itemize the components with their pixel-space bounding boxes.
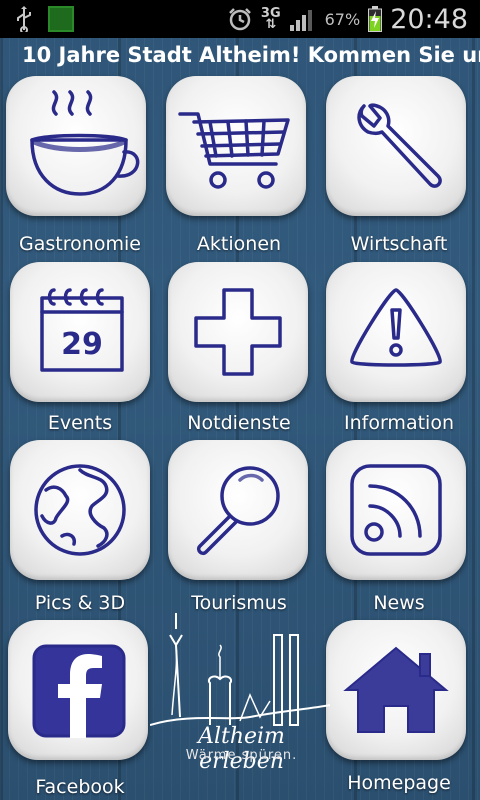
usb-icon bbox=[17, 6, 31, 32]
news-label: News bbox=[373, 592, 425, 614]
status-chip-icon bbox=[48, 6, 74, 32]
coffee-cup-icon bbox=[30, 90, 140, 196]
rss-icon bbox=[350, 464, 442, 556]
signal-icon bbox=[289, 10, 312, 31]
notdienste-button[interactable] bbox=[168, 262, 308, 402]
home-icon bbox=[343, 646, 449, 733]
information-label: Information bbox=[344, 412, 454, 434]
calendar-day: 29 bbox=[61, 327, 103, 362]
wirtschaft-button[interactable] bbox=[326, 76, 466, 216]
aktionen-label: Aktionen bbox=[196, 233, 282, 255]
logo-tagline: Wärme spüren. bbox=[185, 748, 298, 763]
homepage-label: Homepage bbox=[347, 772, 451, 794]
globe-icon bbox=[34, 464, 126, 556]
events-button[interactable]: 29 bbox=[10, 262, 150, 402]
pics-3d-label: Pics & 3D bbox=[34, 592, 126, 614]
clock: 20:48 bbox=[390, 3, 468, 35]
warning-icon bbox=[350, 288, 442, 367]
pics-3d-button[interactable] bbox=[10, 440, 150, 580]
facebook-button[interactable] bbox=[8, 620, 148, 760]
battery-percent: 67% bbox=[324, 9, 361, 29]
calendar-icon: 29 bbox=[40, 288, 124, 372]
gastronomie-label: Gastronomie bbox=[19, 233, 141, 255]
notdienste-label: Notdienste bbox=[187, 412, 291, 434]
magnifier-icon bbox=[196, 466, 280, 556]
network-indicator: 3G ⇅ bbox=[260, 6, 281, 32]
shopping-cart-icon bbox=[178, 112, 290, 189]
facebook-label: Facebook bbox=[35, 776, 125, 798]
news-ticker[interactable]: 10 Jahre Stadt Altheim! Kommen Sie und f bbox=[0, 38, 480, 72]
alarm-icon bbox=[229, 8, 251, 31]
battery-charging-icon bbox=[368, 6, 383, 32]
cross-icon bbox=[194, 288, 282, 376]
homepage-button[interactable] bbox=[326, 620, 466, 760]
aktionen-button[interactable] bbox=[166, 76, 306, 216]
news-button[interactable] bbox=[326, 440, 466, 580]
facebook-icon bbox=[32, 644, 126, 738]
gastronomie-button[interactable] bbox=[6, 76, 146, 216]
events-label: Events bbox=[47, 412, 113, 434]
tourismus-button[interactable] bbox=[168, 440, 308, 580]
status-bar: 3G ⇅ 67% 20:48 bbox=[0, 0, 480, 38]
wrench-icon bbox=[357, 103, 442, 188]
information-button[interactable] bbox=[326, 262, 466, 402]
wirtschaft-label: Wirtschaft bbox=[350, 233, 448, 255]
